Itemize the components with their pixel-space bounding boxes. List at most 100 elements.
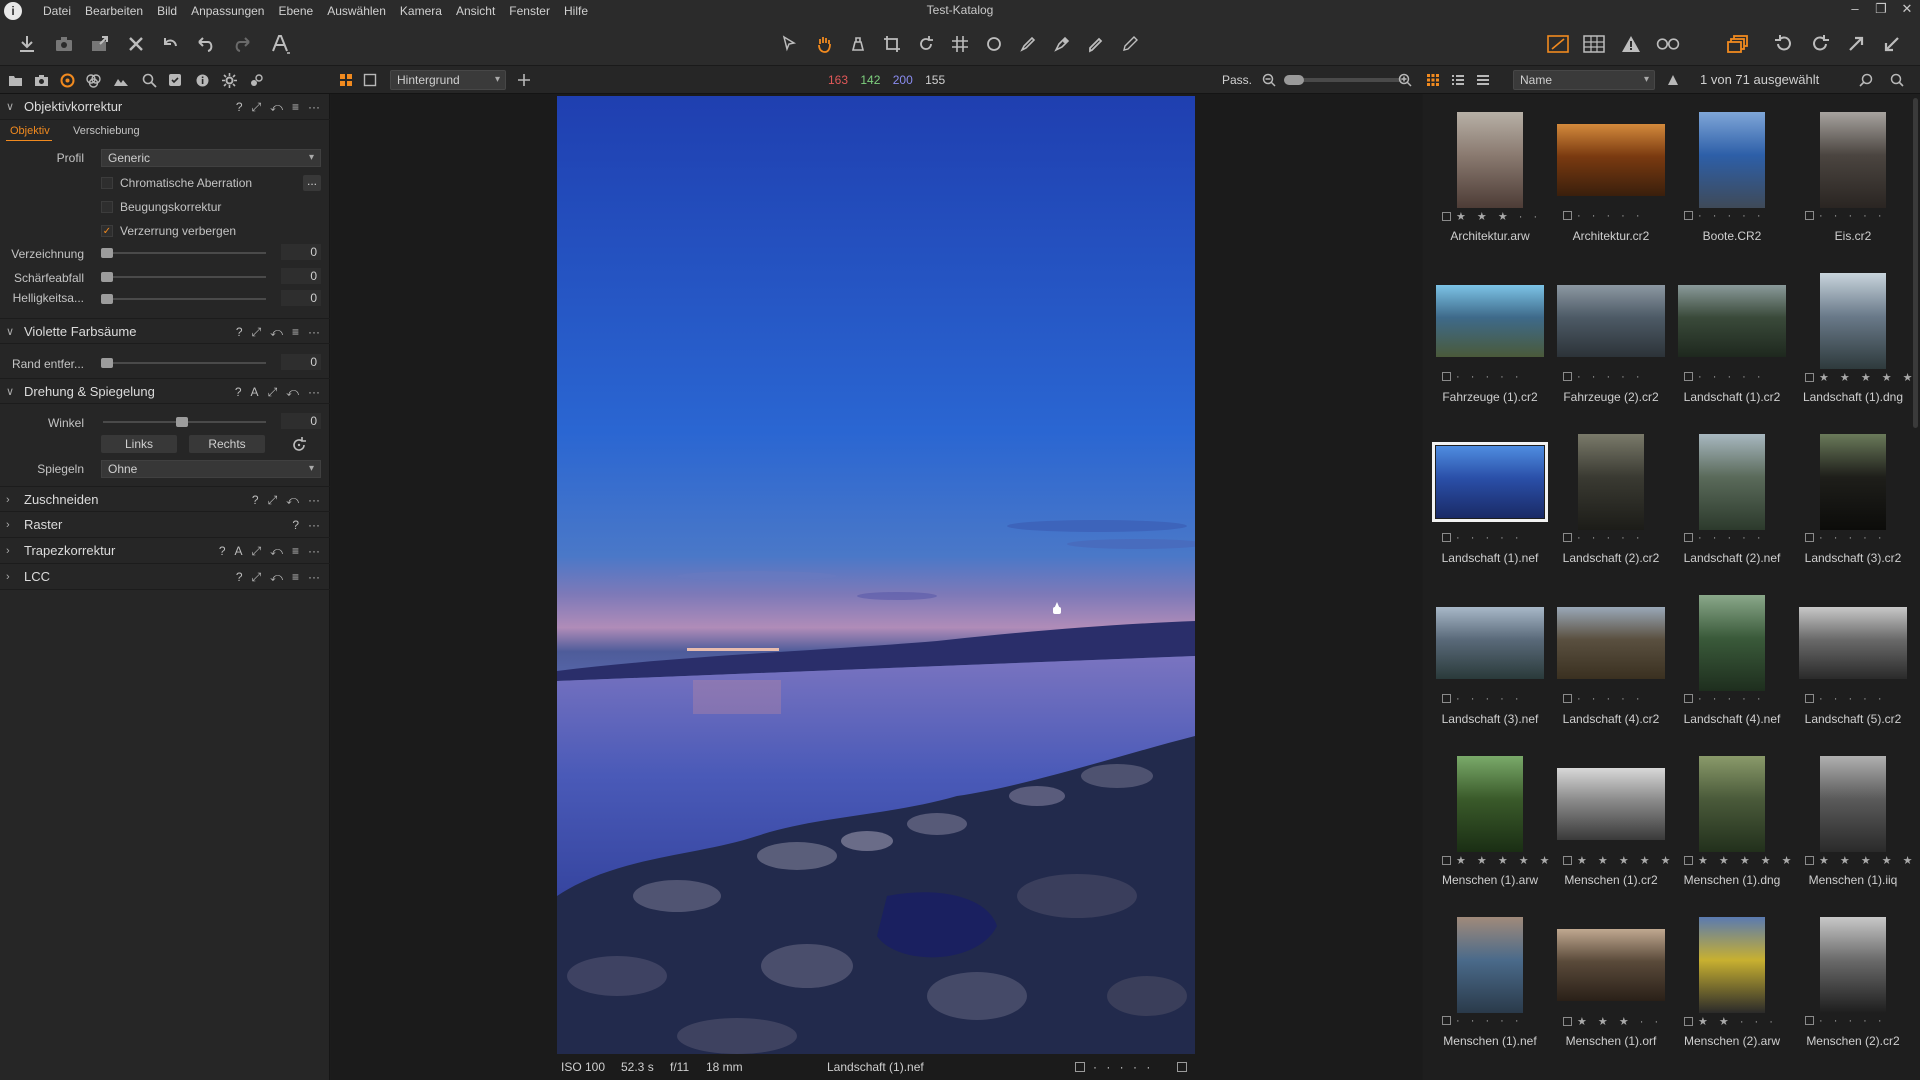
- thumbnail-select-checkbox[interactable]: [1563, 211, 1572, 220]
- viewer-select-checkbox[interactable]: [1075, 1062, 1085, 1072]
- thumbnail-item[interactable]: · · · · · Architektur.cr2: [1551, 96, 1671, 256]
- thumbnail-select-checkbox[interactable]: [1684, 694, 1693, 703]
- fringe-slider-thumb[interactable]: [101, 358, 113, 368]
- presets-icon[interactable]: ≡: [292, 538, 299, 564]
- main-photo[interactable]: [557, 96, 1195, 1054]
- chevron-down-icon[interactable]: ∨: [6, 319, 14, 345]
- falloff-value[interactable]: 0: [281, 268, 321, 284]
- thumbnail-item[interactable]: · · · · · Landschaft (2).nef: [1672, 418, 1792, 578]
- diffraction-checkbox[interactable]: [101, 201, 113, 213]
- copy-apply-icon[interactable]: ⤢: [268, 487, 278, 513]
- proof-glasses-icon[interactable]: [1656, 32, 1680, 56]
- thumbnail-select-checkbox[interactable]: [1442, 1016, 1451, 1025]
- menu-bild[interactable]: Bild: [150, 0, 184, 22]
- rotate-right-icon[interactable]: [1808, 32, 1832, 56]
- thumbnail-image[interactable]: [1678, 285, 1786, 357]
- help-icon[interactable]: ?: [236, 94, 243, 120]
- single-view-icon[interactable]: [361, 71, 379, 89]
- thumbnail-image[interactable]: [1436, 607, 1544, 679]
- thumbnail-select-checkbox[interactable]: [1563, 694, 1572, 703]
- mirror-dropdown[interactable]: Ohne ▾: [101, 460, 321, 478]
- rating-stars[interactable]: · · · · ·: [1819, 532, 1886, 544]
- thumbnail-image[interactable]: [1457, 756, 1523, 852]
- thumbnail-image[interactable]: [1799, 607, 1907, 679]
- rating-stars[interactable]: · · · · ·: [1698, 532, 1765, 544]
- app-logo-icon[interactable]: i: [4, 2, 22, 20]
- exposure-tab-icon[interactable]: [112, 71, 130, 89]
- menu-bearbeiten[interactable]: Bearbeiten: [78, 0, 150, 22]
- thumbnail-item[interactable]: ★ ★ ★ ★ ★ Menschen (1).cr2: [1551, 740, 1671, 900]
- rating-stars[interactable]: · · · · ·: [1577, 532, 1644, 544]
- thumbnail-image[interactable]: [1699, 112, 1765, 208]
- thumbnail-rating[interactable]: · · · · ·: [1442, 693, 1542, 705]
- zoom-slider-thumb[interactable]: [1284, 75, 1304, 85]
- keystone-section-header[interactable]: › Trapezkorrektur ? A ⤢ ⤺ ≡ ···: [0, 538, 330, 564]
- help-icon[interactable]: ?: [292, 512, 299, 538]
- thumbnail-item[interactable]: · · · · · Landschaft (3).cr2: [1793, 418, 1913, 578]
- viewer-rating[interactable]: · · · · ·: [1093, 1056, 1153, 1078]
- lens-tab-icon[interactable]: [58, 71, 76, 89]
- chevron-right-icon[interactable]: ›: [6, 564, 10, 590]
- thumbnail-rating[interactable]: · · · · ·: [1563, 371, 1663, 383]
- more-icon[interactable]: ···: [308, 538, 320, 564]
- adjustments-tab-icon[interactable]: [166, 71, 184, 89]
- zoom-in-icon[interactable]: [1396, 71, 1414, 89]
- rating-stars[interactable]: ★ ★ · · ·: [1698, 1016, 1777, 1028]
- more-icon[interactable]: ···: [308, 512, 320, 538]
- minimize-button[interactable]: –: [1842, 0, 1868, 20]
- thumbnail-rating[interactable]: ★ ★ · · ·: [1684, 1015, 1784, 1028]
- reset-icon[interactable]: ⤺: [286, 379, 299, 405]
- thumbnail-select-checkbox[interactable]: [1563, 856, 1572, 865]
- rating-stars[interactable]: ★ ★ ★ · ·: [1577, 1016, 1662, 1028]
- annotation-pen-icon[interactable]: [1118, 32, 1142, 56]
- chromatic-aberration-checkbox[interactable]: [101, 177, 113, 189]
- more-icon[interactable]: ···: [308, 319, 320, 345]
- redo-icon[interactable]: [230, 32, 254, 56]
- presets-icon[interactable]: ≡: [292, 564, 299, 590]
- metadata-tab-icon[interactable]: [193, 71, 211, 89]
- thumbnail-rating[interactable]: ★ ★ ★ ★ ★: [1563, 854, 1671, 867]
- copy-apply-icon[interactable]: ⤢: [268, 379, 278, 405]
- rating-stars[interactable]: · · · · ·: [1456, 693, 1523, 705]
- import-icon[interactable]: [15, 32, 39, 56]
- crop-icon[interactable]: [880, 32, 904, 56]
- hide-distortion-checkbox[interactable]: ✓: [101, 225, 113, 237]
- thumbnail-image[interactable]: [1699, 917, 1765, 1013]
- browser-scrollbar[interactable]: [1913, 98, 1918, 428]
- auto-icon[interactable]: A: [235, 538, 243, 564]
- rotate-left-icon[interactable]: [1772, 32, 1796, 56]
- layer-dropdown[interactable]: Hintergrund ▾: [390, 70, 506, 90]
- menu-auswaehlen[interactable]: Auswählen: [320, 0, 393, 22]
- thumbnail-select-checkbox[interactable]: [1563, 372, 1572, 381]
- distortion-slider-track[interactable]: [103, 252, 266, 254]
- zoom-out-icon[interactable]: [1260, 71, 1278, 89]
- text-annotation-icon[interactable]: [268, 32, 292, 56]
- add-layer-icon[interactable]: [515, 71, 533, 89]
- lens-correction-header[interactable]: ∨ Objektivkorrektur ? ⤢ ⤺ ≡ ···: [0, 94, 330, 120]
- gradient-mask-icon[interactable]: [1050, 32, 1074, 56]
- help-icon[interactable]: ?: [236, 319, 243, 345]
- thumbnail-item[interactable]: · · · · · Boote.CR2: [1672, 96, 1792, 256]
- light-falloff-slider-thumb[interactable]: [101, 294, 113, 304]
- light-falloff-slider-track[interactable]: [103, 298, 266, 300]
- keystone-icon[interactable]: [948, 32, 972, 56]
- auto-icon[interactable]: A: [251, 379, 259, 405]
- thumbnail-item[interactable]: · · · · · Landschaft (4).cr2: [1551, 579, 1671, 739]
- thumbnail-select-checkbox[interactable]: [1805, 373, 1814, 382]
- grid-view-icon[interactable]: [1424, 71, 1442, 89]
- more-icon[interactable]: ···: [308, 564, 320, 590]
- thumbnail-select-checkbox[interactable]: [1684, 856, 1693, 865]
- brush-icon[interactable]: [1016, 32, 1040, 56]
- list-view-icon[interactable]: [1449, 71, 1467, 89]
- close-button[interactable]: ✕: [1894, 0, 1920, 20]
- thumbnail-rating[interactable]: · · · · ·: [1563, 532, 1663, 544]
- chevron-right-icon[interactable]: ›: [6, 538, 10, 564]
- filmstrip-view-icon[interactable]: [1474, 71, 1492, 89]
- rating-stars[interactable]: · · · · ·: [1698, 210, 1765, 222]
- lcc-section-header[interactable]: › LCC ? ⤢ ⤺ ≡ ···: [0, 564, 330, 590]
- menu-fenster[interactable]: Fenster: [502, 0, 557, 22]
- thumbnail-item[interactable]: ★ ★ · · · Menschen (2).arw: [1672, 901, 1792, 1061]
- menu-datei[interactable]: Datei: [36, 0, 78, 22]
- thumbnail-item[interactable]: · · · · · Landschaft (5).cr2: [1793, 579, 1913, 739]
- thumbnail-select-checkbox[interactable]: [1442, 372, 1451, 381]
